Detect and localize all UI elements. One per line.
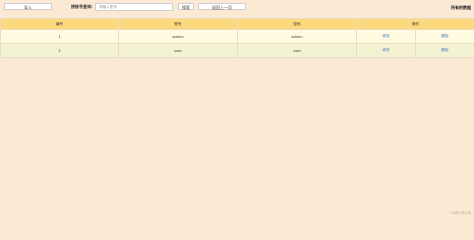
cell-password: admin	[237, 29, 357, 44]
col-header-account: 账号	[118, 18, 238, 30]
back-button[interactable]: 返回上一页	[198, 3, 246, 10]
table-row: 2 user user 修改 删除	[0, 43, 474, 58]
search-input[interactable]: 请输入账号	[95, 3, 173, 11]
delete-link[interactable]: 删除	[415, 43, 474, 58]
cell-account: admin	[118, 29, 238, 44]
all-data-link[interactable]: 所有的数据	[451, 5, 471, 11]
table-row: 1 admin admin 修改 删除	[0, 29, 474, 44]
toolbar: 导入 按账号查询: 请输入账号 搜索 返回上一页 所有的数据	[0, 0, 474, 16]
watermark: CSDN @小杰	[450, 211, 471, 215]
cell-id: 2	[0, 43, 119, 58]
search-label: 按账号查询:	[71, 4, 93, 9]
col-header-actions: 操作	[356, 18, 474, 30]
table-header-row: 编号 账号 密码 操作	[0, 18, 474, 30]
import-button[interactable]: 导入	[4, 3, 52, 10]
col-header-id: 编号	[0, 18, 119, 30]
col-header-password: 密码	[237, 18, 357, 30]
delete-link[interactable]: 删除	[415, 29, 474, 44]
search-button[interactable]: 搜索	[178, 3, 194, 10]
cell-password: user	[237, 43, 357, 58]
cell-account: user	[118, 43, 238, 58]
cell-id: 1	[0, 29, 119, 44]
modify-link[interactable]: 修改	[356, 29, 416, 44]
users-table: 编号 账号 密码 操作 1 admin admin 修改 删除 2 user u…	[0, 18, 474, 58]
modify-link[interactable]: 修改	[356, 43, 416, 58]
